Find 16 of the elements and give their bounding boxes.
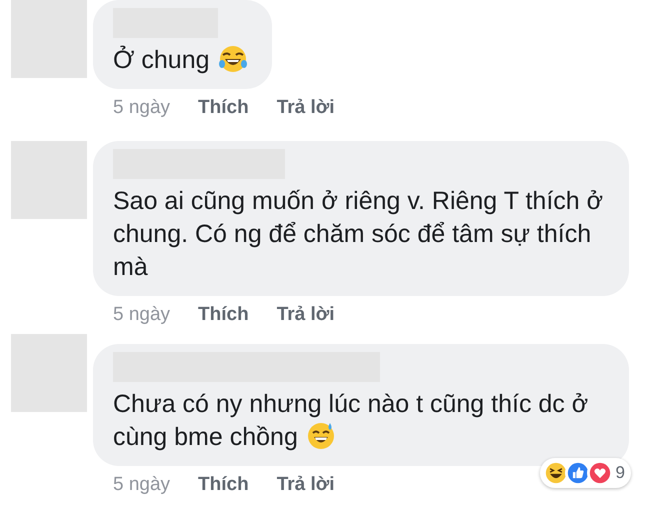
- like-link[interactable]: Thích: [198, 300, 249, 330]
- comment-text: Chưa có ny nhưng lúc nào t cũng thíc dc ở cùng bme chồng: [113, 389, 590, 454]
- reaction-count: 9: [616, 462, 625, 484]
- reply-link[interactable]: Trả lời: [276, 300, 335, 330]
- comment-time: 5 ngày: [113, 472, 170, 497]
- like-link[interactable]: Thích: [198, 94, 249, 122]
- comment-text: Sao ai cũng muốn ở riêng v. Riêng T thích ở chung. Có ng để chăm sóc để tâm sự thích mà: [113, 186, 604, 283]
- reply-link[interactable]: Trả lời: [276, 470, 335, 500]
- reply-link[interactable]: Trả lời: [276, 94, 335, 122]
- comment-time: 5 ngày: [113, 96, 170, 120]
- sweat-smile-emoji-icon: [306, 421, 336, 452]
- like-link[interactable]: Thích: [198, 470, 249, 500]
- laughing-tears-emoji-icon: [218, 44, 248, 74]
- reactions-summary[interactable]: 9: [540, 458, 631, 488]
- comment-time: 5 ngày: [113, 302, 170, 327]
- comment-text: Ở chung: [113, 44, 248, 77]
